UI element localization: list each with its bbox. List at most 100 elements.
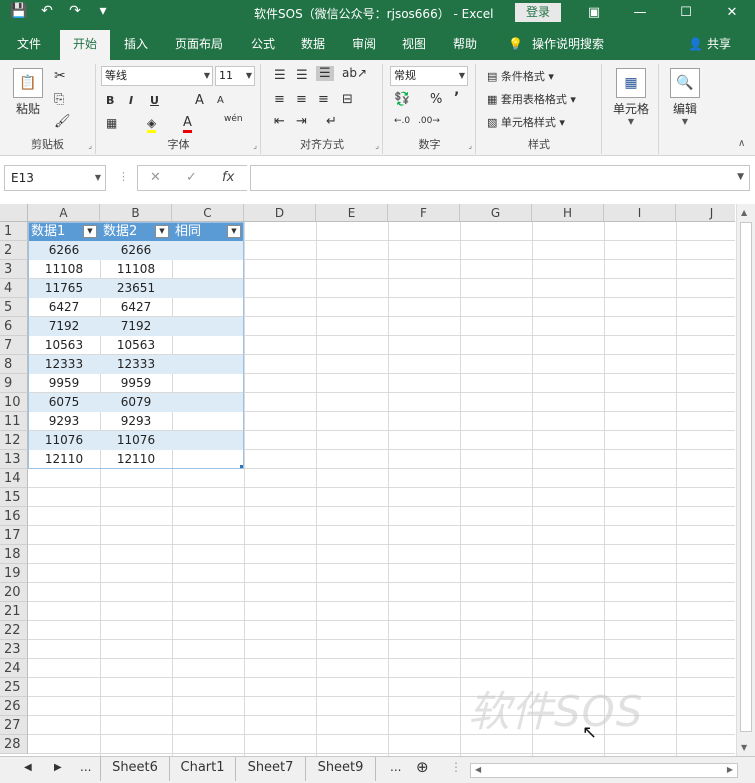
bold-button[interactable]: B — [106, 94, 114, 107]
dialog-launcher-icon[interactable]: ⌟ — [375, 141, 379, 150]
italic-button[interactable]: I — [129, 94, 133, 107]
underline-button[interactable]: U — [150, 94, 159, 107]
restore-icon[interactable]: ☐ — [663, 0, 709, 26]
column-header[interactable]: J — [676, 204, 735, 222]
tell-me-search[interactable]: 操作说明搜索 — [532, 26, 604, 60]
align-middle-icon[interactable]: ☰ — [296, 68, 308, 83]
sheets-before-more[interactable]: ... — [80, 760, 91, 774]
editing-button[interactable]: 🔍 编辑 ▼ — [664, 68, 706, 126]
share-button[interactable]: 共享 — [707, 26, 731, 60]
tab-data[interactable]: 数据 — [301, 26, 325, 60]
minimize-icon[interactable]: — — [617, 0, 663, 26]
insert-function-icon[interactable]: fx — [222, 170, 234, 185]
column-header[interactable]: D — [244, 204, 316, 222]
decrease-indent-icon[interactable]: ⇤ — [274, 114, 285, 129]
tab-insert[interactable]: 插入 — [124, 26, 148, 60]
merge-center-icon[interactable]: ⊟ — [342, 92, 353, 107]
tab-review[interactable]: 审阅 — [352, 26, 376, 60]
shrink-font-button[interactable]: A — [217, 95, 224, 106]
row-header[interactable]: 17 — [0, 526, 28, 545]
row-header[interactable]: 7 — [0, 336, 28, 355]
row-header[interactable]: 1 — [0, 222, 28, 241]
paste-button[interactable]: 📋 粘贴 — [10, 68, 46, 117]
column-header[interactable]: F — [388, 204, 460, 222]
dialog-launcher-icon[interactable]: ⌟ — [253, 141, 257, 150]
column-header[interactable]: I — [604, 204, 676, 222]
accounting-format-icon[interactable]: 💱 — [394, 92, 410, 107]
row-header[interactable]: 11 — [0, 412, 28, 431]
tab-file[interactable]: 文件 — [17, 26, 41, 60]
row-header[interactable]: 20 — [0, 583, 28, 602]
row-header[interactable]: 15 — [0, 488, 28, 507]
scroll-right-icon[interactable]: ▶ — [727, 765, 733, 774]
select-all-corner[interactable] — [0, 204, 28, 222]
row-header[interactable]: 3 — [0, 260, 28, 279]
row-header[interactable]: 5 — [0, 298, 28, 317]
column-header[interactable]: H — [532, 204, 604, 222]
worksheet-grid[interactable]: A B C D E F G H I J 1 2 3 4 5 6 7 8 9 10 11 12 13 14 15 16 17 18 19 2… — [0, 204, 735, 756]
row-header[interactable]: 23 — [0, 640, 28, 659]
comma-style-button[interactable]: ’ — [454, 90, 459, 106]
scroll-left-icon[interactable]: ◀ — [475, 765, 481, 774]
tab-home[interactable]: 开始 — [60, 30, 110, 60]
horizontal-scrollbar[interactable]: ◀ ▶ — [470, 763, 738, 778]
row-header[interactable]: 19 — [0, 564, 28, 583]
row-header[interactable]: 6 — [0, 317, 28, 336]
align-left-icon[interactable]: ≡ — [274, 92, 285, 107]
sheets-after-more[interactable]: ... — [390, 760, 401, 774]
scroll-up-icon[interactable]: ▲ — [741, 208, 747, 217]
next-sheet-icon[interactable]: ▶ — [54, 762, 62, 773]
row-header[interactable]: 18 — [0, 545, 28, 564]
phonetic-button[interactable]: wén — [224, 114, 243, 124]
name-box[interactable]: E13 ▼ — [4, 165, 106, 191]
close-icon[interactable]: ✕ — [709, 0, 755, 26]
format-as-table-button[interactable]: ▦ 套用表格格式 ▾ — [487, 91, 576, 107]
undo-icon[interactable]: ↶ — [36, 3, 58, 19]
percent-button[interactable]: % — [430, 92, 442, 107]
row-header[interactable]: 4 — [0, 279, 28, 298]
dialog-launcher-icon[interactable]: ⌟ — [468, 141, 472, 150]
row-header[interactable]: 13 — [0, 450, 28, 469]
cells-button[interactable]: ▦ 单元格 ▼ — [609, 68, 653, 126]
number-format-select[interactable]: 常规 ▼ — [390, 66, 468, 86]
formula-input[interactable]: ▼ — [250, 165, 750, 191]
column-header[interactable]: B — [100, 204, 172, 222]
row-header[interactable]: 26 — [0, 697, 28, 716]
prev-sheet-icon[interactable]: ◀ — [24, 762, 32, 773]
row-header[interactable]: 21 — [0, 602, 28, 621]
fill-color-icon[interactable]: ◈ — [147, 116, 157, 133]
tab-help[interactable]: 帮助 — [453, 26, 477, 60]
column-header[interactable]: C — [172, 204, 244, 222]
row-header[interactable]: 9 — [0, 374, 28, 393]
customize-qat-icon[interactable]: ▾ — [92, 3, 114, 19]
row-header[interactable]: 12 — [0, 431, 28, 450]
ribbon-display-options-icon[interactable]: ▣ — [571, 0, 617, 26]
save-icon[interactable]: 💾 — [8, 3, 30, 19]
column-header[interactable]: A — [28, 204, 100, 222]
align-bottom-icon[interactable]: ☰ — [316, 66, 334, 81]
column-header[interactable]: E — [316, 204, 388, 222]
sheet-tab[interactable]: Sheet6 — [100, 757, 170, 781]
tab-split-handle[interactable]: ⋮ — [450, 760, 462, 774]
collapse-ribbon-icon[interactable]: ∧ — [738, 138, 745, 149]
font-size-select[interactable]: 11 ▼ — [215, 66, 255, 86]
row-header[interactable]: 14 — [0, 469, 28, 488]
new-sheet-icon[interactable]: ⊕ — [416, 758, 429, 776]
expand-formula-bar-icon[interactable]: ▼ — [737, 172, 744, 182]
align-right-icon[interactable]: ≡ — [318, 92, 329, 107]
redo-icon[interactable]: ↷ — [64, 3, 86, 19]
row-header[interactable]: 25 — [0, 678, 28, 697]
vertical-scroll-thumb[interactable] — [740, 222, 752, 732]
font-name-select[interactable]: 等线 ▼ — [101, 66, 213, 86]
conditional-formatting-button[interactable]: ▤ 条件格式 ▾ — [487, 68, 554, 84]
borders-icon[interactable]: ▦ — [106, 116, 117, 130]
cell-styles-button[interactable]: ▧ 单元格样式 ▾ — [487, 114, 565, 130]
row-header[interactable]: 16 — [0, 507, 28, 526]
sheet-tab[interactable]: Sheet7 — [236, 757, 306, 781]
row-header[interactable]: 28 — [0, 735, 28, 754]
wrap-text-icon[interactable]: ↵ — [326, 114, 337, 129]
tab-page-layout[interactable]: 页面布局 — [175, 26, 223, 60]
align-center-icon[interactable]: ≡ — [296, 92, 307, 107]
tab-formulas[interactable]: 公式 — [251, 26, 275, 60]
enter-icon[interactable]: ✓ — [186, 170, 197, 185]
